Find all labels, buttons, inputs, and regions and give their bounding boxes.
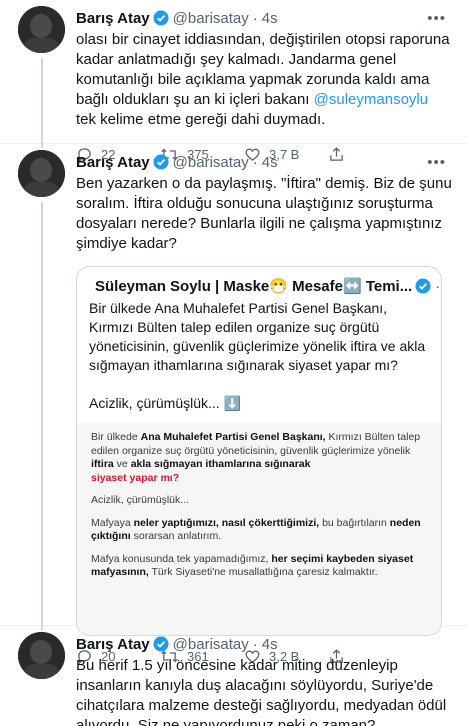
quoted-tweet[interactable]: Süleyman Soylu | Maske😷 Mesafe↔️ Temi...… (76, 266, 442, 636)
quoted-tweet-text: Bir ülkede Ana Muhalefet Partisi Genel B… (89, 300, 426, 411)
tweet-text: Ben yazarken o da paylaşmış. "İftira" de… (76, 175, 456, 252)
image-text-red: siyaset yapar mı? (91, 471, 180, 484)
tweet[interactable]: Barış Atay @barisatay · 4s ••• Ben yazar… (0, 144, 468, 664)
tweet-header: Barış Atay @barisatay · 4s (76, 152, 452, 172)
quoted-image[interactable]: Bir ülkede Ana Muhalefet Partisi Genel B… (77, 423, 441, 635)
image-text: Mafya konusunda tek yapamadığımız, (91, 552, 272, 565)
image-paragraph: Bir ülkede Ana Muhalefet Partisi Genel B… (91, 431, 427, 485)
timestamp[interactable]: 4s (262, 10, 278, 27)
mention-link[interactable]: @suleymansoylu (314, 91, 428, 108)
image-text: ve (113, 458, 131, 470)
image-text: bu bağırtıların (319, 516, 390, 529)
tweet-header: Barış Atay @barisatay · 4s (76, 634, 452, 654)
tweet[interactable]: Barış Atay @barisatay · 4s ••• olası bir… (0, 0, 468, 162)
image-text-bold: neler yaptığımızı, nasıl çökerttiğimizi, (133, 516, 320, 529)
separator-dot: · (252, 153, 258, 171)
thread-line (41, 58, 43, 144)
verified-badge-icon (153, 154, 169, 170)
image-text: Mafyaya (91, 516, 134, 529)
image-paragraph: Mafya konusunda tek yapamadığımız, her s… (91, 553, 427, 580)
more-icon[interactable]: ••• (427, 10, 446, 27)
tweet-text: olası bir cinayet iddiasından, değiştiri… (76, 30, 452, 130)
tweet[interactable]: Barış Atay @barisatay · 4s Bu herif 1.5 … (0, 626, 468, 726)
quoted-tweet-header: Süleyman Soylu | Maske😷 Mesafe↔️ Temi...… (77, 267, 441, 296)
author-name[interactable]: Barış Atay (76, 10, 150, 27)
author-handle[interactable]: @barisatay (173, 10, 249, 27)
image-text-bold: akla sığmayan ithamlarına sığınarak (130, 458, 311, 470)
verified-badge-icon (153, 10, 169, 26)
image-paragraph: Mafyaya neler yaptığımızı, nasıl çökertt… (91, 517, 427, 544)
image-text-bold: iftira (91, 458, 114, 470)
separator-dot: · (252, 635, 258, 653)
author-name[interactable]: Barış Atay (76, 154, 150, 171)
image-text-bold: Ana Muhalefet Partisi Genel Başkanı, (140, 431, 326, 443)
image-text: sorarsan anlatırım. (130, 530, 222, 542)
image-text: Türk Siyaseti'ne musallatlığına çaresiz … (148, 566, 378, 578)
verified-badge-icon (415, 278, 431, 294)
tweet-text: Bu herif 1.5 yıl öncesine kadar miting d… (76, 657, 451, 726)
author-name[interactable]: Barış Atay (76, 636, 150, 653)
quoted-author-name[interactable]: Süleyman Soylu | Maske😷 Mesafe↔️ Temi... (95, 277, 412, 295)
timeline: Barış Atay @barisatay · 4s ••• olası bir… (0, 0, 468, 726)
author-handle[interactable]: @barisatay (173, 636, 249, 653)
verified-badge-icon (153, 636, 169, 652)
tweet-header: Barış Atay @barisatay · 4s (76, 8, 452, 28)
author-handle[interactable]: @barisatay (173, 154, 249, 171)
thread-line (41, 144, 43, 148)
timestamp[interactable]: 4s (262, 154, 278, 171)
avatar[interactable] (18, 150, 65, 197)
avatar[interactable] (18, 6, 65, 53)
image-paragraph: Acizlik, çürümüşlük... (91, 494, 190, 506)
separator-dot: · (252, 9, 258, 27)
avatar[interactable] (18, 632, 65, 679)
separator-dot: · (435, 277, 441, 295)
thread-line (41, 202, 43, 626)
thread-line (41, 626, 43, 630)
timestamp[interactable]: 4s (262, 636, 278, 653)
image-text: Bir ülkede (91, 431, 141, 443)
more-icon[interactable]: ••• (427, 154, 446, 171)
